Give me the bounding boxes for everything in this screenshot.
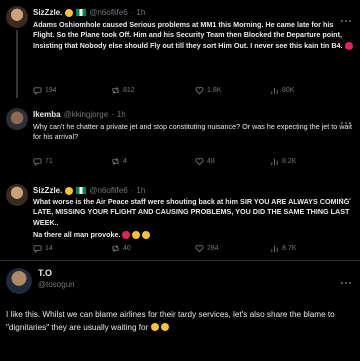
more-icon[interactable] [340, 11, 352, 22]
avatar[interactable] [6, 6, 28, 28]
more-icon[interactable] [340, 189, 352, 200]
author-name[interactable]: T.O [38, 268, 52, 278]
post-header: T.O @tosogun [38, 268, 75, 289]
like-button[interactable]: 48 [195, 157, 215, 166]
emoji-icon [150, 323, 159, 332]
repost-count: 40 [123, 245, 131, 252]
reply-button[interactable]: 14 [33, 244, 53, 253]
post-actions: 71 4 48 8.2K [33, 157, 353, 167]
separator: · [111, 110, 114, 119]
like-button[interactable]: 284 [195, 244, 219, 253]
author-name[interactable]: SizZzle. [33, 186, 62, 195]
more-icon[interactable] [340, 113, 352, 124]
views-icon [271, 87, 278, 95]
like-count: 284 [207, 245, 219, 252]
avatar[interactable] [6, 108, 28, 130]
separator: · [130, 186, 134, 195]
emoji-icon [142, 231, 151, 240]
avatar[interactable] [6, 184, 28, 206]
like-count: 1.8K [207, 87, 222, 94]
views-count: 8.2K [282, 158, 297, 165]
heart-icon [195, 158, 204, 166]
timestamp[interactable]: 1h [117, 110, 126, 119]
post-text-extra: Na there all man provoke. [33, 230, 121, 239]
author-handle[interactable]: @tosogun [38, 280, 75, 289]
views-count: 80K [282, 87, 295, 94]
repost-count: 4 [123, 158, 127, 165]
post-header: SizZzle. @n6oflife6 · 1h [33, 8, 145, 17]
more-icon[interactable] [340, 273, 352, 284]
views-button[interactable]: 8.2K [270, 157, 296, 166]
emoji-icon [122, 231, 131, 240]
separator: · [130, 8, 134, 17]
repost-icon [112, 158, 119, 165]
timestamp[interactable]: 1h [136, 8, 145, 17]
timestamp[interactable]: 1h [136, 186, 145, 195]
post-actions: 14 40 284 8.7K [33, 244, 353, 254]
author-handle[interactable]: @n6oflife6 [89, 186, 127, 195]
repost-count: 812 [123, 87, 135, 94]
reply-icon [33, 158, 42, 166]
thread-line [16, 30, 18, 98]
reply-count: 71 [45, 158, 53, 165]
emoji-icon [160, 323, 169, 332]
like-count: 48 [207, 158, 215, 165]
repost-icon [112, 87, 119, 94]
avatar[interactable] [6, 268, 32, 294]
like-button[interactable]: 1.8K [195, 86, 221, 95]
author-name[interactable]: Ikemba [33, 110, 61, 119]
post-header: Ikemba @kkingjorge · 1h [33, 110, 126, 119]
reply-count: 14 [45, 245, 53, 252]
heart-icon [195, 87, 204, 95]
post-header: SizZzle. @n6oflife6 · 1h [33, 186, 145, 195]
emoji-icon [132, 231, 141, 240]
repost-button[interactable]: 812 [111, 86, 135, 95]
emoji-icon [344, 41, 353, 50]
flag-icon [76, 187, 87, 194]
views-button[interactable]: 80K [270, 86, 294, 95]
reply-button[interactable]: 194 [33, 86, 57, 95]
post-2[interactable]: Ikemba @kkingjorge · 1h Why can't he cha… [0, 100, 360, 176]
views-icon [271, 158, 278, 166]
post-3[interactable]: SizZzle. @n6oflife6 · 1h What worse is t… [0, 176, 360, 260]
post-text: Why can't he chatter a private jet and s… [33, 122, 352, 142]
repost-button[interactable]: 40 [111, 244, 131, 253]
post-text: I like this. Whilst we can blame airline… [6, 309, 356, 334]
post-4[interactable]: T.O @tosogun I like this. Whilst we can … [0, 260, 360, 361]
post-text: What worse is the Air Peace staff were s… [33, 197, 350, 227]
author-handle[interactable]: @kkingjorge [64, 110, 109, 119]
post-actions: 194 812 1.8K 80K [33, 86, 353, 96]
views-icon [271, 245, 278, 253]
reply-button[interactable]: 71 [33, 157, 53, 166]
emoji-icon [65, 186, 74, 195]
emoji-icon [65, 8, 74, 17]
views-count: 8.7K [282, 245, 297, 252]
reply-icon [33, 245, 42, 253]
heart-icon [195, 245, 204, 253]
post-1[interactable]: SizZzle. @n6oflife6 · 1h Adams Oshiomhol… [0, 0, 360, 100]
flag-icon [76, 9, 87, 16]
post-text-line2: Na there all man provoke. [33, 230, 353, 240]
views-button[interactable]: 8.7K [270, 244, 296, 253]
author-name[interactable]: SizZzle. [33, 8, 62, 17]
post-text-body: I like this. Whilst we can blame airline… [6, 310, 335, 332]
repost-icon [112, 245, 119, 252]
reply-count: 194 [45, 87, 57, 94]
author-handle[interactable]: @n6oflife6 [89, 8, 127, 17]
post-text-body: Adams Oshiomhole caused Serious problems… [33, 20, 343, 50]
repost-button[interactable]: 4 [111, 157, 127, 166]
reply-icon [33, 87, 42, 95]
post-text: Adams Oshiomhole caused Serious problems… [33, 20, 353, 51]
